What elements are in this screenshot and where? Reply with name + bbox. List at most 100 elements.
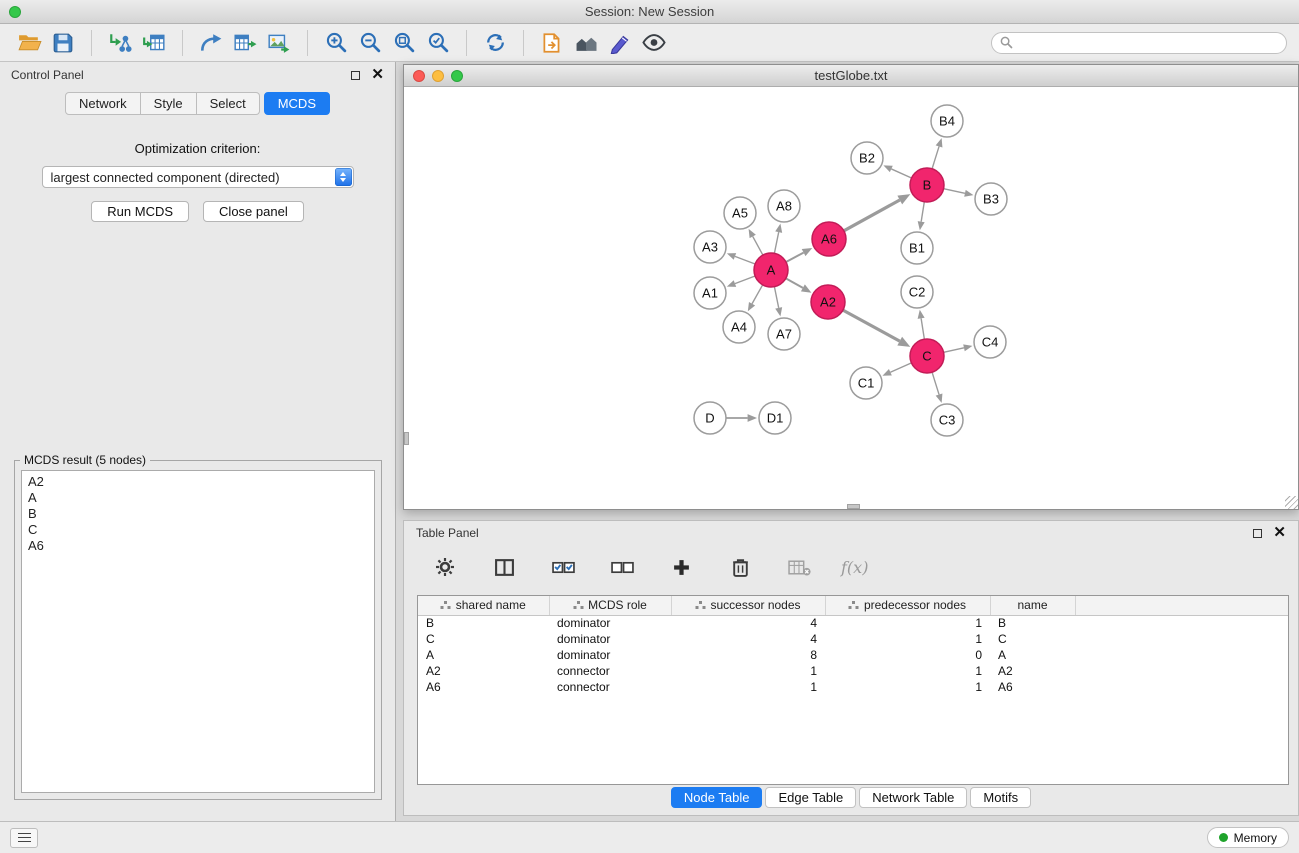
graph-edge-B-B4[interactable]: [932, 138, 942, 169]
table-row[interactable]: A2connector11A2: [418, 663, 1288, 679]
column-header-MCDS-role[interactable]: MCDS role: [549, 596, 671, 615]
graph-node-A8[interactable]: A8: [768, 190, 800, 222]
graph-node-D1[interactable]: D1: [759, 402, 791, 434]
graph-edge-A-A4[interactable]: [748, 285, 763, 311]
graph-edge-C-C3[interactable]: [932, 372, 942, 403]
graph-node-B[interactable]: B: [910, 168, 944, 202]
graph-edge-A-A8[interactable]: [774, 224, 782, 254]
vertical-scrollbar-thumb[interactable]: [404, 432, 409, 445]
graph-edge-A-A7[interactable]: [774, 287, 782, 317]
annotation-pen-icon[interactable]: [603, 28, 637, 58]
table-row[interactable]: Adominator80A: [418, 647, 1288, 663]
graph-edge-A-A1[interactable]: [727, 276, 755, 287]
float-table-panel-icon[interactable]: [1253, 529, 1262, 538]
graph-node-A1[interactable]: A1: [694, 277, 726, 309]
graph-edge-A-A3[interactable]: [727, 253, 755, 264]
graph-node-A3[interactable]: A3: [694, 231, 726, 263]
network-minimize-button[interactable]: [432, 70, 444, 82]
graph-node-C[interactable]: C: [910, 339, 944, 373]
graph-node-B2[interactable]: B2: [851, 142, 883, 174]
tab-network[interactable]: Network: [65, 92, 141, 115]
graph-node-C4[interactable]: C4: [974, 326, 1006, 358]
graph-node-B3[interactable]: B3: [975, 183, 1007, 215]
global-search-field[interactable]: [991, 32, 1287, 54]
network-window-titlebar[interactable]: testGlobe.txt: [404, 65, 1298, 87]
tab-style[interactable]: Style: [141, 92, 197, 115]
table-row[interactable]: A6connector11A6: [418, 679, 1288, 695]
mcds-result-item[interactable]: B: [28, 506, 368, 522]
network-close-button[interactable]: [413, 70, 425, 82]
export-image-icon[interactable]: [262, 28, 296, 58]
tab-mcds[interactable]: MCDS: [264, 92, 330, 115]
horizontal-scrollbar-thumb[interactable]: [847, 504, 860, 509]
show-hide-eye-icon[interactable]: [637, 28, 671, 58]
zoom-out-icon[interactable]: [353, 28, 387, 58]
graph-node-C1[interactable]: C1: [850, 367, 882, 399]
graph-node-A5[interactable]: A5: [724, 197, 756, 229]
close-table-panel-icon[interactable]: ✕: [1273, 528, 1286, 538]
tab-network-table[interactable]: Network Table: [859, 787, 967, 808]
table-row[interactable]: Cdominator41C: [418, 631, 1288, 647]
graph-node-A4[interactable]: A4: [723, 311, 755, 343]
task-history-icon[interactable]: [10, 828, 38, 848]
zoom-selected-icon[interactable]: [421, 28, 455, 58]
graph-node-C3[interactable]: C3: [931, 404, 963, 436]
graph-edge-C-C4[interactable]: [944, 344, 973, 352]
zoom-fit-icon[interactable]: [387, 28, 421, 58]
tab-node-table[interactable]: Node Table: [671, 787, 763, 808]
optimization-criterion-select[interactable]: largest connected component (directed): [42, 166, 354, 188]
float-panel-icon[interactable]: [351, 71, 360, 80]
import-network-icon[interactable]: [103, 28, 137, 58]
graph-edge-D-D1[interactable]: [726, 414, 757, 422]
add-column-icon[interactable]: [664, 552, 698, 582]
network-canvas[interactable]: B4B2BB3A5A8A6A3B1AC2A1A2A4A7C4CC1C3DD1: [404, 87, 1298, 509]
delete-column-icon[interactable]: [723, 552, 757, 582]
graph-edge-A2-C[interactable]: [843, 310, 910, 347]
graph-node-B1[interactable]: B1: [901, 232, 933, 264]
network-maximize-button[interactable]: [451, 70, 463, 82]
graph-edge-B-B2[interactable]: [883, 165, 911, 178]
search-input[interactable]: [1018, 36, 1278, 50]
table-row[interactable]: Bdominator41B: [418, 615, 1288, 631]
table-settings-gear-icon[interactable]: [428, 552, 462, 582]
import-table-icon[interactable]: [137, 28, 171, 58]
save-session-icon[interactable]: [46, 28, 80, 58]
mcds-result-item[interactable]: A2: [28, 474, 368, 490]
graph-node-A2[interactable]: A2: [811, 285, 845, 319]
graph-node-A6[interactable]: A6: [812, 222, 846, 256]
column-header-shared-name[interactable]: shared name: [418, 596, 549, 615]
open-session-icon[interactable]: [12, 28, 46, 58]
tab-edge-table[interactable]: Edge Table: [765, 787, 856, 808]
show-columns-icon[interactable]: [487, 552, 521, 582]
graph-node-A7[interactable]: A7: [768, 318, 800, 350]
mcds-result-item[interactable]: A: [28, 490, 368, 506]
graph-edge-B-B1[interactable]: [918, 202, 925, 230]
graph-node-C2[interactable]: C2: [901, 276, 933, 308]
close-panel-icon[interactable]: ✕: [371, 70, 384, 80]
column-header-successor-nodes[interactable]: successor nodes: [671, 596, 825, 615]
graph-edge-C-C2[interactable]: [918, 310, 925, 339]
window-fullscreen-button[interactable]: [9, 6, 21, 18]
export-table-icon[interactable]: [228, 28, 262, 58]
mcds-result-list[interactable]: A2ABCA6: [21, 470, 375, 793]
graph-edge-A-A2[interactable]: [786, 278, 812, 292]
column-header-predecessor-nodes[interactable]: predecessor nodes: [825, 596, 990, 615]
graph-node-A[interactable]: A: [754, 253, 788, 287]
graph-edge-A-A5[interactable]: [749, 229, 763, 255]
graph-edge-A6-B[interactable]: [844, 194, 910, 231]
graph-edge-C-C1[interactable]: [882, 363, 911, 376]
unselect-all-icon[interactable]: [605, 552, 639, 582]
graph-node-D[interactable]: D: [694, 402, 726, 434]
home-networks-icon[interactable]: [569, 28, 603, 58]
graph-edge-B-B3[interactable]: [944, 189, 974, 197]
copy-document-icon[interactable]: [535, 28, 569, 58]
close-panel-button[interactable]: Close panel: [203, 201, 304, 222]
run-mcds-button[interactable]: Run MCDS: [91, 201, 189, 222]
export-network-icon[interactable]: [194, 28, 228, 58]
column-header-name[interactable]: name: [990, 596, 1075, 615]
refresh-layout-icon[interactable]: [478, 28, 512, 58]
mcds-result-item[interactable]: C: [28, 522, 368, 538]
graph-edge-A-A6[interactable]: [786, 248, 812, 262]
memory-button[interactable]: Memory: [1207, 827, 1289, 848]
tab-motifs[interactable]: Motifs: [970, 787, 1031, 808]
